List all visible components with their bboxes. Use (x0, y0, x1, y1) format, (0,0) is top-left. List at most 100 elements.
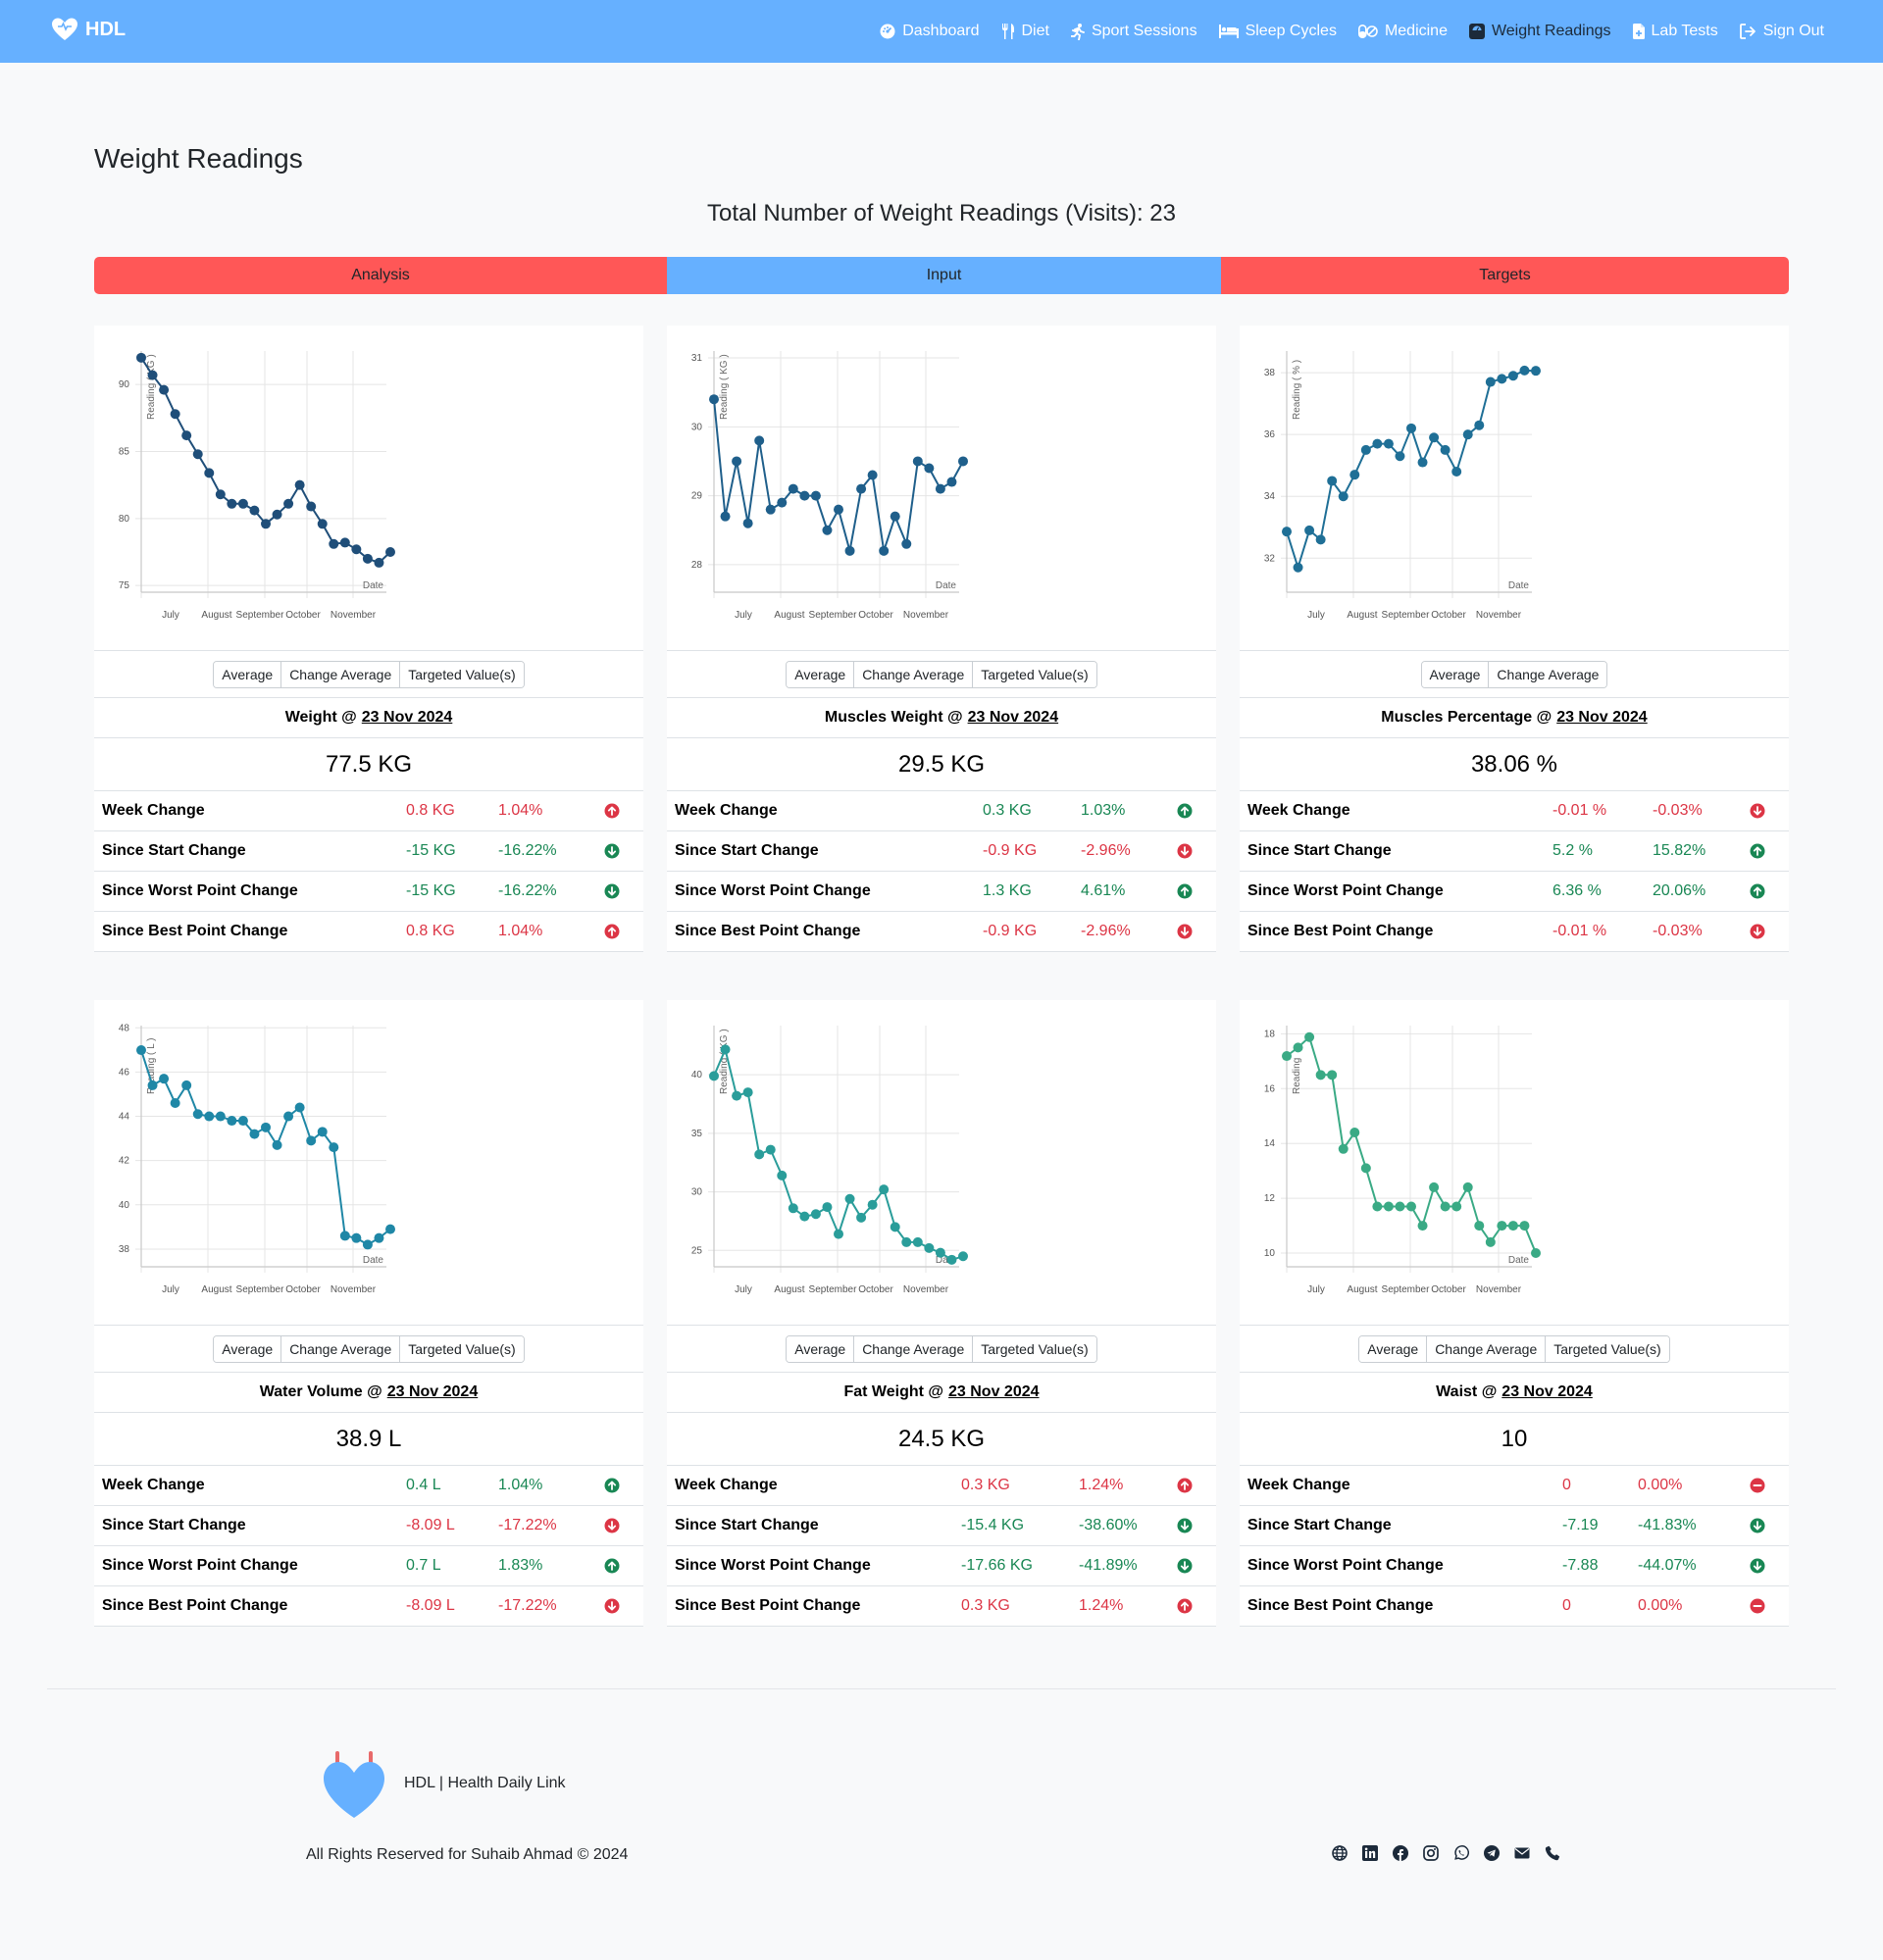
tab-input[interactable]: Input (667, 257, 1221, 294)
envelope-icon[interactable] (1514, 1845, 1530, 1861)
nav-weight-readings[interactable]: Weight Readings (1468, 23, 1611, 40)
data-point[interactable] (215, 1111, 226, 1122)
data-point[interactable] (329, 1142, 339, 1153)
data-point[interactable] (879, 545, 890, 556)
data-point[interactable] (339, 1231, 350, 1241)
data-point[interactable] (1315, 534, 1326, 545)
data-point[interactable] (1451, 467, 1462, 477)
data-point[interactable] (1485, 377, 1496, 387)
chart-toggle-button[interactable]: Change Average (281, 1335, 401, 1362)
data-point[interactable] (732, 456, 742, 467)
data-point[interactable] (329, 538, 339, 549)
data-point[interactable] (946, 1254, 957, 1265)
data-point[interactable] (237, 1116, 248, 1127)
data-point[interactable] (958, 1251, 968, 1262)
chart-toggle-button[interactable]: Average (214, 1335, 282, 1362)
data-point[interactable] (709, 394, 719, 405)
data-point[interactable] (935, 483, 945, 494)
data-point[interactable] (215, 489, 226, 500)
reading-date-link[interactable]: 23 Nov 2024 (968, 709, 1059, 727)
nav-medicine[interactable]: Medicine (1357, 23, 1448, 40)
data-point[interactable] (856, 483, 867, 494)
data-point[interactable] (834, 504, 843, 515)
data-point[interactable] (272, 1139, 282, 1150)
data-point[interactable] (765, 504, 776, 515)
data-point[interactable] (765, 1144, 776, 1155)
chart-toggle-button[interactable]: Targeted Value(s) (1546, 1335, 1669, 1362)
nav-sport-sessions[interactable]: Sport Sessions (1070, 23, 1197, 40)
data-point[interactable] (1372, 438, 1383, 449)
data-point[interactable] (1383, 1201, 1394, 1212)
data-point[interactable] (1519, 1221, 1530, 1231)
data-point[interactable] (890, 511, 900, 522)
instagram-icon[interactable] (1423, 1845, 1439, 1861)
data-point[interactable] (1451, 1201, 1462, 1212)
data-point[interactable] (351, 1232, 362, 1243)
data-point[interactable] (1349, 1128, 1360, 1138)
data-point[interactable] (192, 1109, 203, 1120)
data-point[interactable] (1304, 1031, 1315, 1042)
data-point[interactable] (1507, 371, 1518, 381)
data-point[interactable] (306, 501, 317, 512)
data-point[interactable] (788, 483, 798, 494)
data-point[interactable] (720, 511, 731, 522)
chart-toggle-button[interactable]: Targeted Value(s) (400, 1335, 524, 1362)
data-point[interactable] (385, 1224, 395, 1234)
data-point[interactable] (834, 1229, 843, 1239)
data-point[interactable] (1474, 1221, 1485, 1231)
chart-toggle-button[interactable]: Average (1359, 1335, 1428, 1362)
chart-toggle-button[interactable]: Average (787, 1335, 855, 1362)
data-point[interactable] (1462, 429, 1473, 440)
data-point[interactable] (374, 557, 384, 568)
data-point[interactable] (1485, 1236, 1496, 1247)
data-point[interactable] (844, 545, 855, 556)
data-point[interactable] (294, 1102, 305, 1113)
data-point[interactable] (136, 1045, 146, 1056)
data-point[interactable] (822, 525, 833, 535)
data-point[interactable] (1282, 1051, 1292, 1062)
data-point[interactable] (1360, 444, 1371, 455)
data-point[interactable] (924, 1242, 935, 1253)
data-point[interactable] (249, 505, 260, 516)
data-point[interactable] (901, 538, 912, 549)
data-point[interactable] (742, 1087, 753, 1098)
data-point[interactable] (317, 1127, 328, 1137)
data-point[interactable] (261, 519, 271, 529)
data-point[interactable] (317, 519, 328, 529)
data-point[interactable] (1474, 420, 1485, 430)
data-point[interactable] (192, 449, 203, 460)
data-point[interactable] (890, 1222, 900, 1232)
data-point[interactable] (732, 1090, 742, 1101)
data-point[interactable] (1293, 562, 1303, 573)
data-point[interactable] (294, 479, 305, 490)
data-point[interactable] (1417, 1221, 1428, 1231)
data-point[interactable] (788, 1203, 798, 1214)
data-point[interactable] (777, 1170, 788, 1181)
chart-toggle-button[interactable]: Change Average (1427, 1335, 1547, 1362)
data-point[interactable] (1383, 438, 1394, 449)
data-point[interactable] (272, 509, 282, 520)
facebook-icon[interactable] (1393, 1845, 1408, 1861)
data-point[interactable] (283, 1111, 294, 1122)
data-point[interactable] (181, 430, 192, 441)
phone-icon[interactable] (1545, 1845, 1560, 1861)
data-point[interactable] (867, 1199, 878, 1210)
reading-date-link[interactable]: 23 Nov 2024 (362, 709, 453, 727)
data-point[interactable] (799, 1211, 810, 1222)
data-point[interactable] (810, 490, 821, 501)
data-point[interactable] (777, 497, 788, 508)
data-point[interactable] (204, 468, 215, 478)
reading-date-link[interactable]: 23 Nov 2024 (1501, 1383, 1593, 1401)
data-point[interactable] (1338, 491, 1349, 502)
data-point[interactable] (227, 1116, 237, 1127)
data-point[interactable] (822, 1202, 833, 1213)
linkedin-icon[interactable] (1362, 1845, 1378, 1861)
data-point[interactable] (283, 498, 294, 509)
data-point[interactable] (1497, 374, 1507, 384)
telegram-icon[interactable] (1484, 1845, 1500, 1861)
reading-date-link[interactable]: 23 Nov 2024 (1556, 709, 1648, 727)
data-point[interactable] (351, 544, 362, 555)
chart-toggle-button[interactable]: Targeted Value(s) (400, 661, 524, 687)
data-point[interactable] (856, 1212, 867, 1223)
chart-toggle-button[interactable]: Change Average (854, 661, 974, 687)
